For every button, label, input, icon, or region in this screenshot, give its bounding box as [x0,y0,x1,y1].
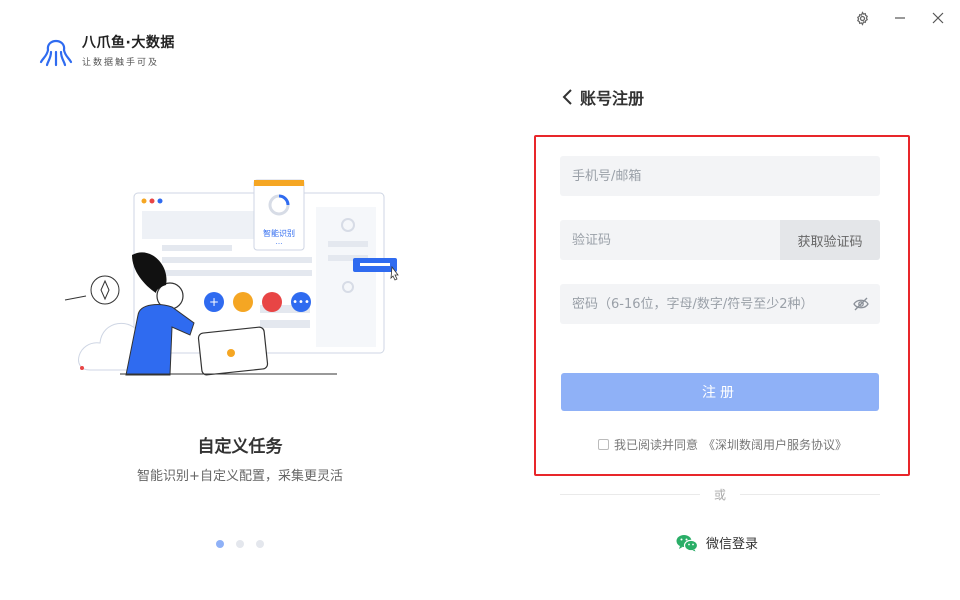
wechat-icon [676,534,698,551]
or-label: 或 [714,488,727,502]
wechat-login-label: 微信登录 [706,537,759,552]
carousel-illustration: 智能识别 … + ••• [60,175,420,385]
register-submit-button[interactable]: 注册 [561,373,879,411]
verification-code-field: 获取验证码 [560,220,880,260]
verification-code-input[interactable] [560,220,780,260]
svg-text:+: + [209,295,219,309]
settings-button[interactable] [854,8,870,28]
agreement-row: 我已阅读并同意 《深圳数阔用户服务协议》 [598,436,847,453]
phone-email-input[interactable] [560,156,880,196]
minimize-icon [895,17,905,19]
get-code-button[interactable]: 获取验证码 [780,220,880,260]
eye-off-icon [853,297,869,311]
carousel-dot-3[interactable] [256,540,264,548]
close-icon [932,12,944,24]
carousel-title: 自定义任务 [197,437,283,457]
carousel-dots [216,540,264,548]
brand-name: 八爪鱼·大数据 [82,35,175,51]
carousel-description: 智能识别+自定义配置，采集更灵活 [137,469,343,484]
page-title: 账号注册 [580,89,645,108]
wechat-login-button[interactable]: 微信登录 [676,533,758,552]
phone-email-field [560,156,880,196]
illustration-image: 智能识别 … + ••• [64,179,399,376]
window-controls [854,8,946,28]
agreement-checkbox[interactable] [598,439,609,450]
carousel-dot-2[interactable] [236,540,244,548]
agreement-text: 我已阅读并同意 [614,438,699,452]
svg-text:•••: ••• [292,297,310,308]
back-button[interactable]: 账号注册 [560,85,644,109]
close-button[interactable] [930,8,946,28]
toggle-password-visibility[interactable] [842,297,880,311]
illustration-label: 智能识别 [263,228,295,238]
gear-icon [856,10,868,26]
password-field [560,284,880,324]
or-divider: 或 [560,486,881,503]
divider-line-right [740,494,881,495]
carousel-dot-1[interactable] [216,540,224,548]
svg-text:…: … [276,238,283,246]
agreement-link[interactable]: 《深圳数阔用户服务协议》 [703,436,847,453]
brand-slogan: 让数据触手可及 [82,58,160,68]
minimize-button[interactable] [892,8,908,28]
brand-logo: 八爪鱼·大数据 让数据触手可及 [38,32,175,68]
chevron-left-icon [562,89,572,105]
octopus-logo-icon [39,39,73,67]
divider-line-left [560,494,700,495]
password-input[interactable] [560,284,842,324]
